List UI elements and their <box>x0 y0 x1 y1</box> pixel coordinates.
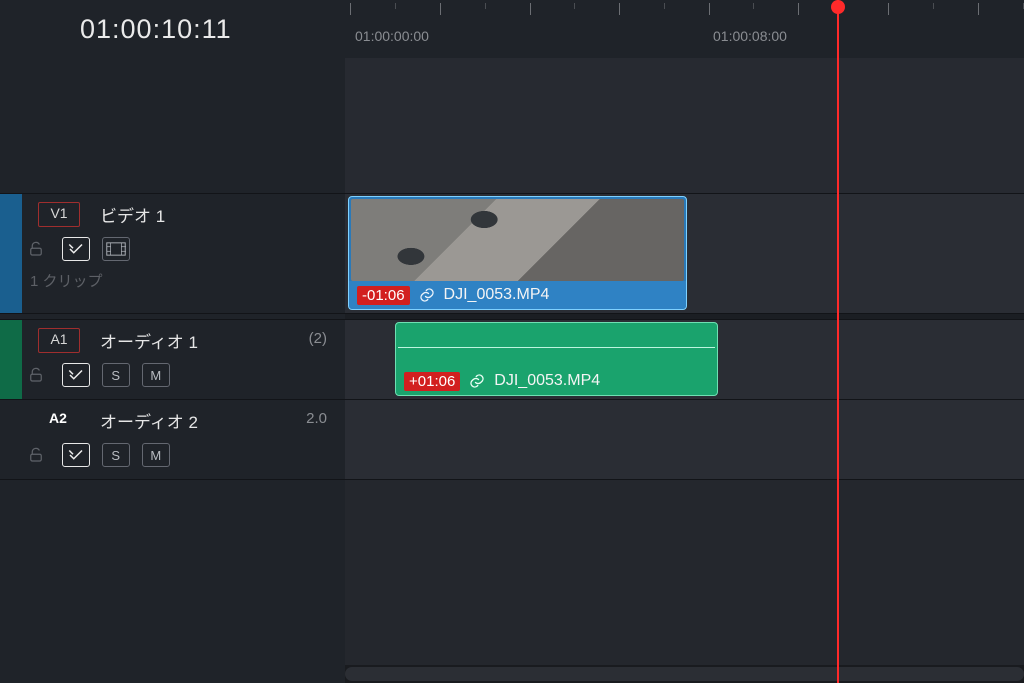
lock-icon[interactable] <box>22 443 50 467</box>
autoselect-button[interactable] <box>62 237 90 261</box>
track-header-a2[interactable]: A2 オーディオ 2 2.0 S M <box>0 399 345 479</box>
sync-offset-badge: +01:06 <box>404 372 460 391</box>
track-lane-a1[interactable]: +01:06 DJI_0053.MP4 <box>345 319 1024 399</box>
dest-a1-button[interactable]: A1 <box>38 328 80 353</box>
autoselect-button[interactable] <box>62 443 90 467</box>
solo-button[interactable]: S <box>102 363 130 387</box>
lock-icon[interactable] <box>22 237 50 261</box>
sync-offset-badge: -01:06 <box>357 286 410 305</box>
audio-waveform <box>398 327 715 365</box>
timecode-display: 01:00:10:11 <box>80 14 232 45</box>
track-name[interactable]: オーディオ 1 <box>100 328 198 353</box>
track-name[interactable]: オーディオ 2 <box>100 408 198 433</box>
autoselect-button[interactable] <box>62 363 90 387</box>
clip-thumbnail <box>351 199 684 281</box>
audio-clip[interactable]: +01:06 DJI_0053.MP4 <box>395 322 718 396</box>
scrollbar-thumb[interactable] <box>345 667 1024 681</box>
track-name[interactable]: ビデオ 1 <box>100 202 165 227</box>
lock-icon[interactable] <box>22 363 50 387</box>
track-lane-v1[interactable]: -01:06 DJI_0053.MP4 <box>345 193 1024 313</box>
playhead[interactable] <box>837 0 839 683</box>
mute-button[interactable]: M <box>142 363 170 387</box>
solo-button[interactable]: S <box>102 443 130 467</box>
timeline-area[interactable]: -01:06 DJI_0053.MP4 +01:06 DJI_0053.MP4 <box>345 58 1024 683</box>
video-clip[interactable]: -01:06 DJI_0053.MP4 <box>348 196 687 310</box>
clip-count-label: 1 クリップ <box>30 270 103 291</box>
ruler-label: 01:00:08:00 <box>713 28 787 44</box>
channel-count: (2) <box>309 330 327 347</box>
dest-a2-button[interactable]: A2 <box>38 408 78 431</box>
clip-name-label: DJI_0053.MP4 <box>444 286 550 304</box>
clip-name-label: DJI_0053.MP4 <box>494 372 600 390</box>
link-icon <box>468 372 486 390</box>
link-icon <box>418 286 436 304</box>
horizontal-scrollbar[interactable] <box>345 665 1024 683</box>
playhead-handle-icon[interactable] <box>831 0 845 14</box>
filmstrip-icon[interactable] <box>102 237 130 261</box>
ruler-label: 01:00:00:00 <box>355 28 429 44</box>
channel-format: 2.0 <box>306 410 327 427</box>
track-lane-a2[interactable] <box>345 399 1024 479</box>
mute-button[interactable]: M <box>142 443 170 467</box>
timeline-ruler[interactable]: 01:00:00:00 01:00:08:00 <box>345 0 1024 59</box>
track-header-v1[interactable]: V1 ビデオ 1 1 クリップ <box>0 193 345 313</box>
track-header-a1[interactable]: A1 オーディオ 1 (2) S M <box>0 319 345 399</box>
dest-v1-button[interactable]: V1 <box>38 202 80 227</box>
